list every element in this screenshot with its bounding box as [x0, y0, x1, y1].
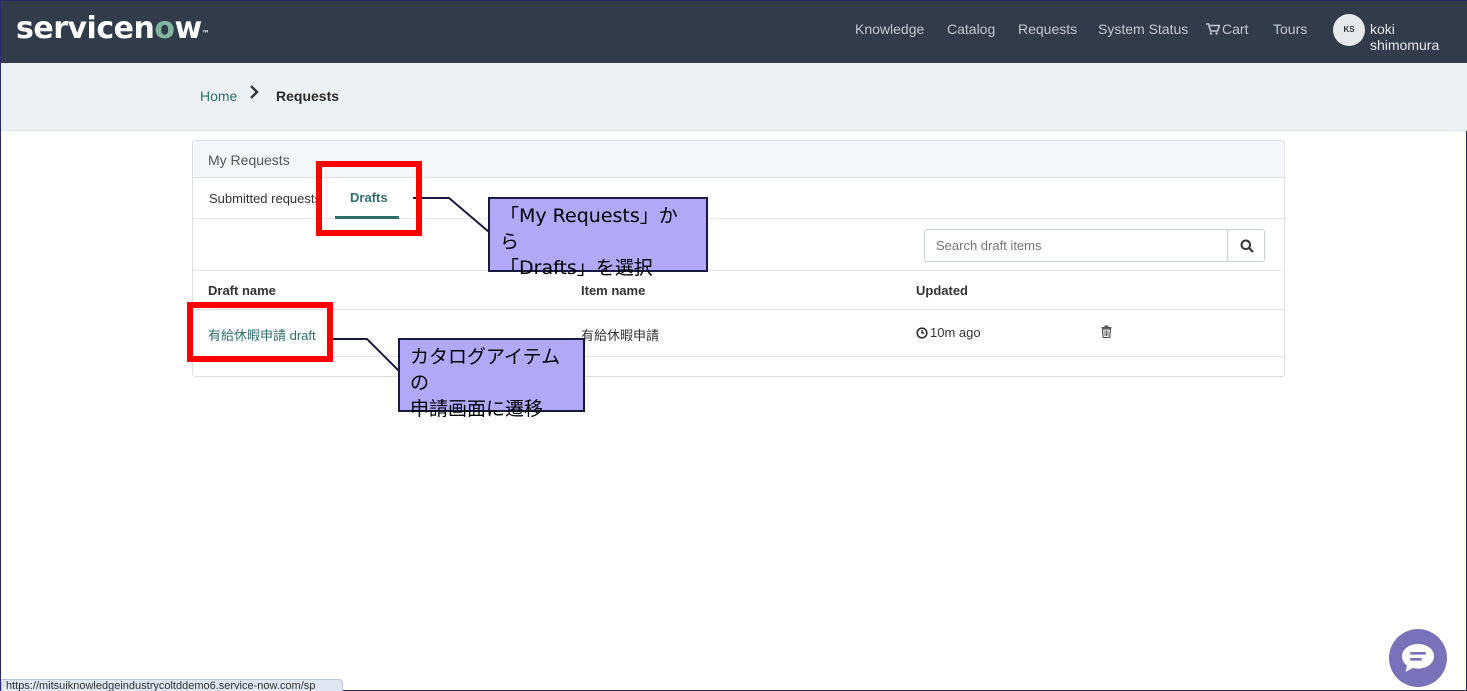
- callout-catalog-transition: カタログアイテムの 申請画面に遷移: [398, 338, 585, 420]
- chat-bubble-icon: [1402, 644, 1434, 672]
- callout-select-drafts-line2: 「Drafts」を選択: [500, 257, 653, 279]
- status-bar-url: https://mitsuiknowledgeindustrycoltddemo…: [1, 679, 343, 691]
- highlight-draft-link: [187, 302, 333, 362]
- callout-select-drafts: 「My Requests」から 「Drafts」を選択: [488, 197, 708, 279]
- callout-select-drafts-line1: 「My Requests」から: [500, 205, 678, 253]
- chat-button[interactable]: [1389, 629, 1447, 687]
- callout-catalog-transition-line2: 申請画面に遷移: [410, 398, 544, 420]
- highlight-drafts-tab: [316, 161, 422, 236]
- callout-catalog-transition-line1: カタログアイテムの: [410, 346, 561, 394]
